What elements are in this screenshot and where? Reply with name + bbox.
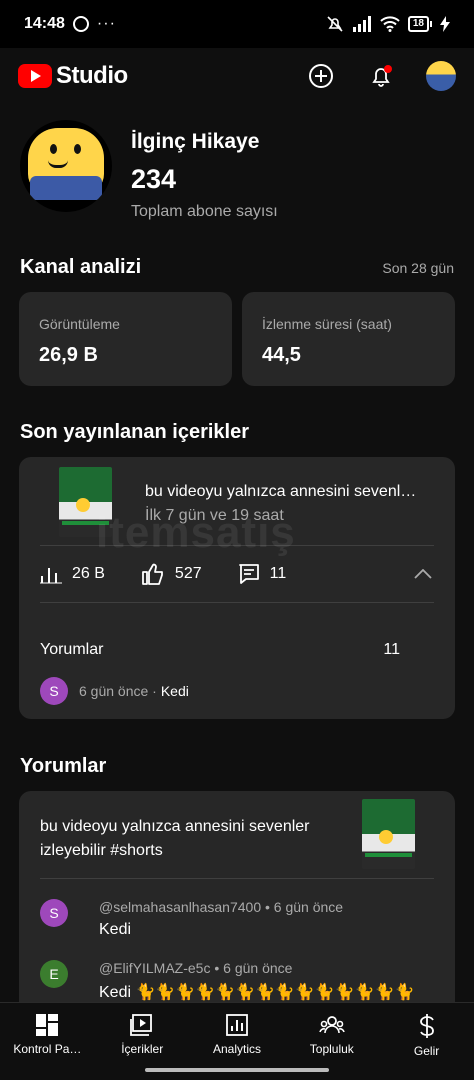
watermark: itemsatış [96,508,296,557]
analytics-period: Son 28 gün [382,260,454,276]
youtube-studio-logo[interactable]: Studio [18,62,128,90]
youtube-logo-icon [18,64,52,88]
battery-level: 18 [407,16,429,32]
thumbs-up-icon [142,563,163,585]
nav-label: İçerikler [121,1042,164,1056]
more-notifications-icon: ··· [96,15,116,32]
comments-summary-label: Yorumlar [40,641,104,658]
nav-earn[interactable]: Gelir [379,1003,474,1080]
nav-label: Analytics [212,1042,261,1056]
comments-value: 11 [269,565,287,582]
channel-avatar[interactable] [20,120,112,212]
recent-comment[interactable]: S 6 gün önce · Kedi [19,659,455,719]
content-icon [130,1014,153,1036]
analytics-icon [226,1014,248,1036]
likes-stat: 527 [141,563,202,585]
home-indicator[interactable] [145,1068,329,1072]
comments-header: Yorumlar [20,755,454,778]
subscriber-label: Toplam abone sayısı [131,203,278,220]
dashboard-icon [36,1014,59,1036]
recent-comment-time: 6 gün önce · [79,683,157,699]
latest-title: Son yayınlanan içerikler [20,421,249,443]
analytics-title: Kanal analizi [20,256,142,278]
comment-text: Kedi 🐈🐈🐈🐈🐈🐈🐈🐈🐈🐈🐈🐈🐈🐈 [99,984,415,1001]
nav-dashboard[interactable]: Kontrol Pa… [0,1003,95,1080]
metric-label: Görüntüleme [39,316,120,332]
comment-icon [238,564,259,584]
metric-card-watch-time[interactable]: İzlenme süresi (saat) 44,5 [242,292,455,386]
nav-label: Gelir [413,1044,440,1058]
add-circle-icon [309,64,333,88]
brand-name: Studio [56,62,128,89]
collapse-button[interactable] [412,563,434,585]
comments-summary[interactable]: Yorumlar 11 [19,603,455,659]
account-avatar[interactable] [426,61,456,91]
app-bar: Studio [0,48,474,104]
commenter-avatar: E [40,960,68,988]
comments-stat: 11 [238,563,287,585]
channel-name: İlginç Hikaye [131,130,260,153]
create-button[interactable] [306,61,336,91]
comment-meta: @selmahasanlhasan7400 • 6 gün önce [99,899,344,915]
comments-card: bu videoyu yalnızca annesini sevenler iz… [19,791,455,1031]
recent-comment-text: Kedi [160,683,189,699]
commenter-avatar: S [40,899,68,927]
community-icon [318,1016,345,1034]
nav-label: Topluluk [309,1042,354,1056]
nav-label: Kontrol Pa… [13,1042,82,1056]
channel-profile: İlginç Hikaye 234 Toplam abone sayısı [20,120,278,221]
signal-icon [352,16,371,32]
latest-header: Son yayınlanan içerikler [20,421,454,444]
dollar-icon [419,1014,434,1038]
status-time: 14:48 [24,15,65,32]
analytics-metrics: Görüntüleme 26,9 B İzlenme süresi (saat)… [19,292,455,386]
bell-icon [372,65,392,87]
charging-icon [440,16,450,32]
battery-icon: 18 [407,16,432,32]
analytics-header: Kanal analizi Son 28 gün [20,256,454,279]
comment-video-title: bu videoyu yalnızca annesini sevenler iz… [40,818,310,859]
mute-icon [327,16,343,32]
latest-video-card: bu videoyu yalnızca annesini sevenl… İlk… [19,457,455,719]
comment-video-row[interactable]: bu videoyu yalnızca annesini sevenler iz… [19,791,455,875]
wifi-icon [380,16,400,32]
comment-text: Kedi [99,921,132,938]
divider [40,878,434,879]
commenter-avatar: S [40,677,68,705]
views-stat: 26 B [40,564,105,584]
metric-value: 26,9 B [39,344,98,366]
notifications-button[interactable] [366,61,396,91]
likes-value: 527 [174,565,202,582]
subscriber-count: 234 [131,164,177,194]
video-title: bu videoyu yalnızca annesini sevenl… [145,483,417,500]
bar-chart-icon [40,568,62,584]
comments-title: Yorumlar [20,755,107,777]
metric-label: İzlenme süresi (saat) [262,316,392,332]
comment-item[interactable]: S @selmahasanlhasan7400 • 6 gün önce Ked… [19,899,455,939]
whatsapp-icon [72,16,89,32]
views-value: 26 B [72,565,105,582]
metric-card-views[interactable]: Görüntüleme 26,9 B [19,292,232,386]
status-bar: 14:48 ··· 18 [0,0,474,48]
chevron-up-icon [414,569,432,579]
comments-summary-count: 11 [383,641,400,658]
comment-meta: @ElifYILMAZ-e5c • 6 gün önce [99,960,293,976]
comment-item[interactable]: E @ElifYILMAZ-e5c • 6 gün önce Kedi 🐈🐈🐈🐈… [19,960,455,1002]
metric-value: 44,5 [262,344,301,366]
video-thumbnail[interactable] [362,799,415,869]
